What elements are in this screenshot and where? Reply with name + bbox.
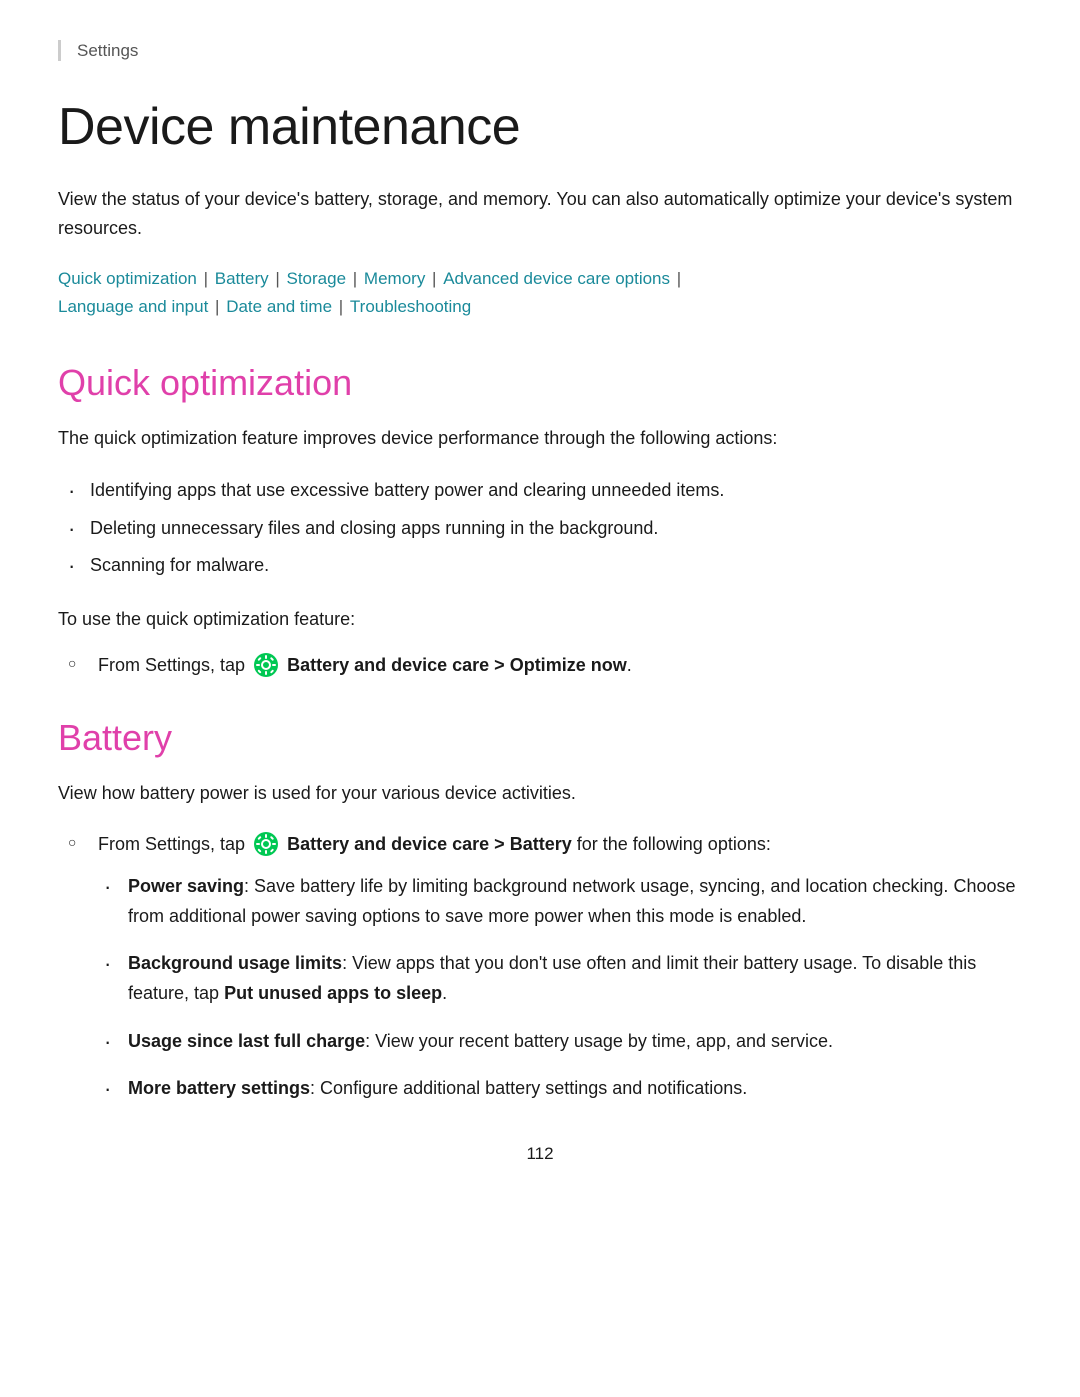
battery-option-more-settings: More battery settings: Configure additio… [98,1074,1022,1104]
page-container: Settings Device maintenance View the sta… [0,0,1080,1397]
nav-link-advanced[interactable]: Advanced device care options [443,269,670,288]
nav-link-language[interactable]: Language and input [58,297,208,316]
battery-title: Battery [58,717,1022,759]
power-saving-text: : Save battery life by limiting backgrou… [128,876,1015,926]
nav-link-troubleshooting[interactable]: Troubleshooting [350,297,471,316]
more-battery-label: More battery settings [128,1078,310,1098]
battery-option-background-limits: Background usage limits: View apps that … [98,949,1022,1008]
quick-optimization-instruction-prefix: To use the quick optimization feature: [58,605,1022,635]
bullet-item: Identifying apps that use excessive batt… [58,476,1022,506]
quick-optimization-step: From Settings, tap [58,651,1022,681]
battery-option-usage-since: Usage since last full charge: View your … [98,1027,1022,1057]
put-unused-apps-label: Put unused apps to sleep [224,983,442,1003]
quick-optimization-bold-instruction: Battery and device care > Optimize now [287,655,627,675]
quick-optimization-bullets: Identifying apps that use excessive batt… [58,476,1022,581]
page-number: 112 [58,1144,1022,1164]
settings-icon-battery [253,831,279,857]
quick-optimization-section: Quick optimization The quick optimizatio… [58,362,1022,680]
battery-description: View how battery power is used for your … [58,779,1022,809]
more-battery-text: : Configure additional battery settings … [310,1078,747,1098]
settings-icon [253,652,279,678]
battery-options: Power saving: Save battery life by limit… [98,872,1022,1104]
nav-link-storage[interactable]: Storage [287,269,347,288]
background-usage-end: . [442,983,447,1003]
usage-since-text: : View your recent battery usage by time… [365,1031,833,1051]
quick-optimization-title: Quick optimization [58,362,1022,404]
battery-step: From Settings, tap [58,830,1022,1104]
nav-link-date[interactable]: Date and time [226,297,332,316]
battery-steps: From Settings, tap [58,830,1022,1104]
nav-links: Quick optimization | Battery | Storage |… [58,265,1022,323]
bullet-item: Scanning for malware. [58,551,1022,581]
battery-section: Battery View how battery power is used f… [58,717,1022,1105]
bullet-item: Deleting unnecessary files and closing a… [58,514,1022,544]
battery-bold-instruction: Battery and device care > Battery [287,834,572,854]
page-title: Device maintenance [58,97,1022,157]
nav-link-quick-optimization[interactable]: Quick optimization [58,269,197,288]
quick-optimization-description: The quick optimization feature improves … [58,424,1022,454]
power-saving-label: Power saving [128,876,244,896]
nav-link-battery[interactable]: Battery [215,269,269,288]
battery-option-power-saving: Power saving: Save battery life by limit… [98,872,1022,931]
breadcrumb-label: Settings [77,41,138,60]
nav-link-memory[interactable]: Memory [364,269,425,288]
page-description: View the status of your device's battery… [58,185,1022,243]
background-usage-label: Background usage limits [128,953,342,973]
breadcrumb: Settings [58,40,1022,61]
quick-optimization-steps: From Settings, tap [58,651,1022,681]
usage-since-label: Usage since last full charge [128,1031,365,1051]
